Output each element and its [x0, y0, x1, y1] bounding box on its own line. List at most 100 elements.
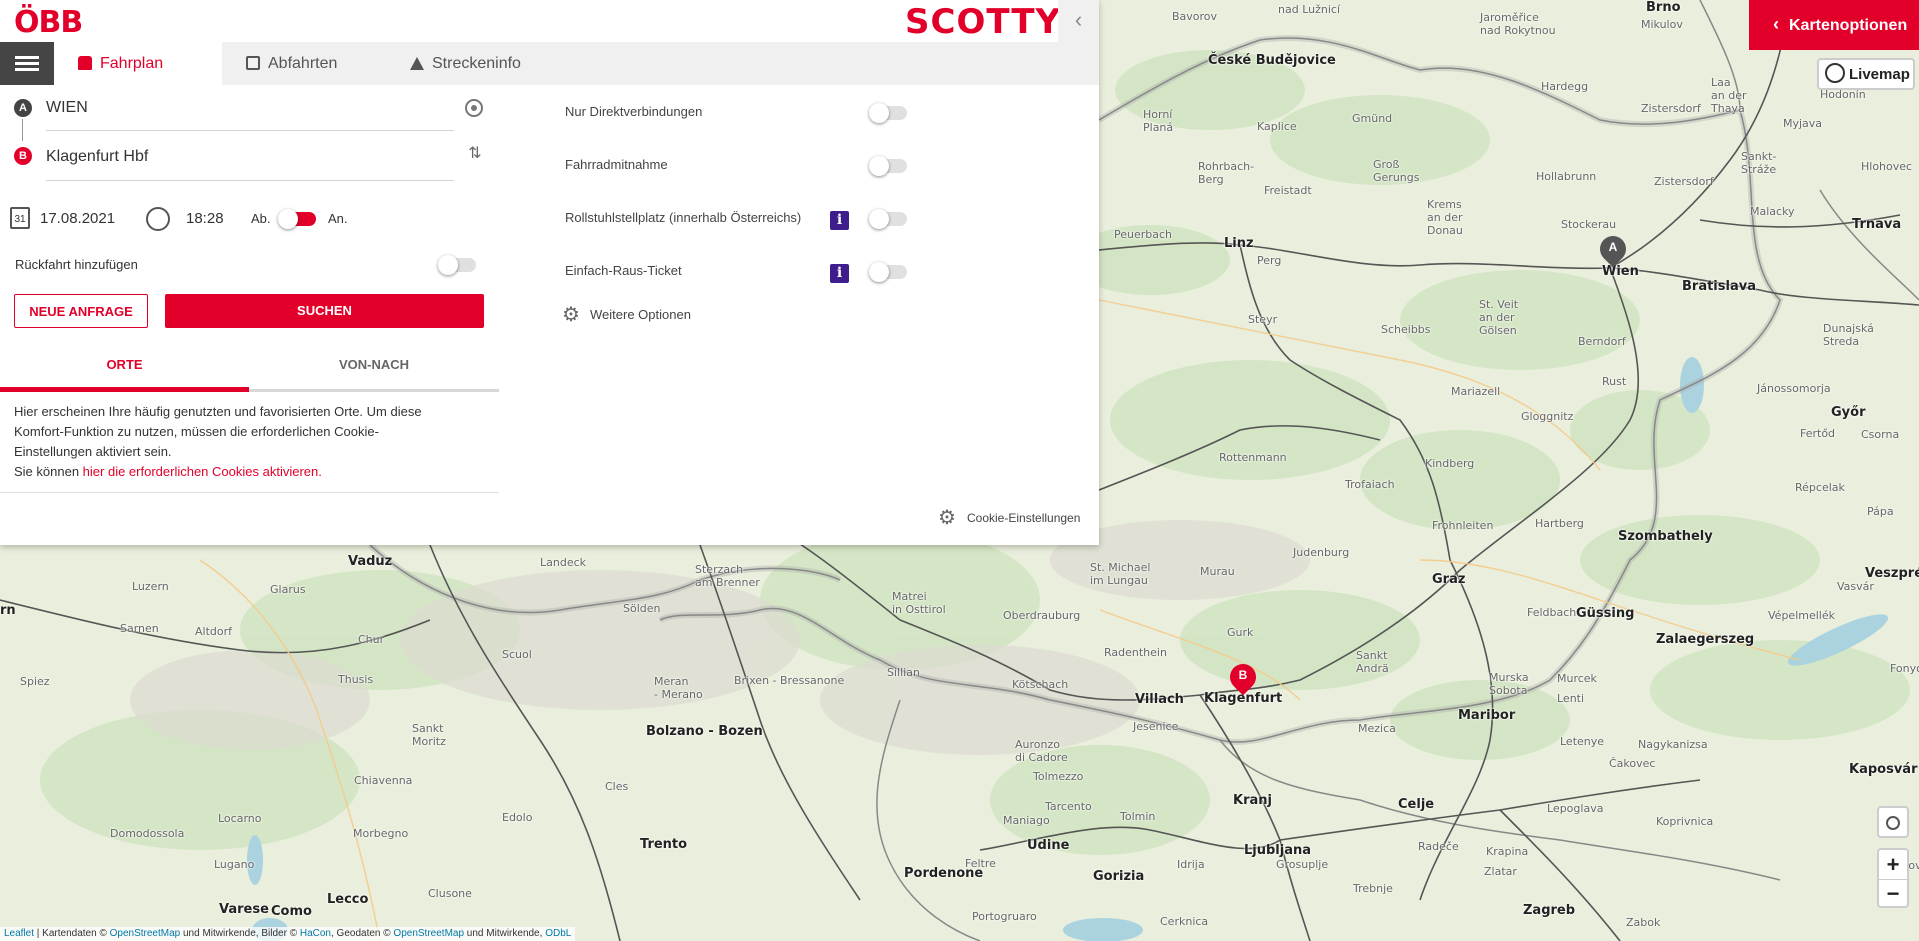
- locate-icon: [1886, 816, 1900, 830]
- map-town: Kaplice: [1257, 120, 1297, 133]
- map-town: Meran - Merano: [654, 675, 703, 701]
- map-town: Murska Sobota: [1489, 671, 1529, 697]
- map-town: Murau: [1200, 565, 1235, 578]
- search-button[interactable]: SUCHEN: [165, 294, 484, 328]
- new-request-button[interactable]: NEUE ANFRAGE: [14, 294, 148, 328]
- map-city: Lecco: [327, 892, 369, 907]
- gear-icon: ⚙: [562, 304, 580, 326]
- direct-connections-toggle[interactable]: [869, 103, 907, 123]
- bike-transport-toggle[interactable]: [869, 156, 907, 176]
- map-city: Güssing: [1576, 606, 1635, 621]
- map-town: Chur: [358, 633, 385, 646]
- map-options-button[interactable]: ‹ Kartenoptionen: [1749, 0, 1919, 50]
- date-input[interactable]: 17.08.2021: [40, 210, 115, 227]
- map-town: Fertőd: [1800, 427, 1836, 440]
- locate-me-button[interactable]: [1877, 806, 1909, 838]
- menu-button[interactable]: [0, 42, 54, 85]
- map-town: Gloggnitz: [1521, 410, 1574, 423]
- search-panel: ÖBB SCOTTY ‹ Fahrplan Abfahrten Strecken…: [0, 0, 1099, 545]
- swap-icon: ⇅: [468, 145, 482, 162]
- departure-arrival-toggle[interactable]: [278, 209, 316, 229]
- map-town: Judenburg: [1293, 546, 1350, 559]
- zoom-out-button[interactable]: −: [1879, 880, 1907, 909]
- map-town: Zistersdorf: [1641, 102, 1701, 115]
- map-city: Szombathely: [1618, 529, 1713, 544]
- map-town: Frohnleiten: [1432, 519, 1494, 532]
- hacon-link[interactable]: HaCon: [300, 928, 331, 939]
- map-town: Malacky: [1750, 205, 1795, 218]
- map-town: Nagykanizsa: [1638, 738, 1708, 751]
- map-city: Veszprém: [1865, 566, 1919, 581]
- map-town: Krems an der Donau: [1427, 198, 1463, 237]
- tab-von-nach[interactable]: VON-NACH: [249, 346, 499, 392]
- route-connector: [22, 119, 23, 141]
- map-town: Hartberg: [1535, 517, 1584, 530]
- map-town: Perg: [1257, 254, 1282, 267]
- destination-marker[interactable]: B: [1224, 658, 1262, 698]
- map-town: Scuol: [502, 648, 532, 661]
- map-town: Hollabrunn: [1536, 170, 1597, 183]
- einfach-raus-ticket-toggle[interactable]: [869, 262, 907, 282]
- origin-input[interactable]: WIEN: [46, 96, 454, 131]
- map-town: Freistadt: [1264, 184, 1312, 197]
- map-city: Kaposvár: [1849, 762, 1918, 777]
- osm-link-2[interactable]: OpenStreetMap: [393, 928, 464, 939]
- swap-stations-button[interactable]: ⇅: [466, 145, 484, 165]
- collapse-panel-button[interactable]: ‹: [1058, 0, 1099, 42]
- obb-logo[interactable]: ÖBB: [14, 5, 83, 40]
- time-input[interactable]: 18:28: [186, 210, 224, 227]
- map-town: Radeče: [1418, 840, 1459, 853]
- map-city: Trento: [640, 837, 688, 852]
- map-town: Csorna: [1861, 428, 1900, 441]
- gear-icon: ⚙: [938, 507, 956, 529]
- origin-marker-icon: A: [14, 99, 32, 117]
- favorites-info-text: Hier erscheinen Ihre häufig genutzten un…: [14, 404, 422, 459]
- livemap-globe-icon: [1825, 63, 1845, 83]
- chevron-left-icon: ‹: [1074, 7, 1083, 32]
- map-town: Chiavenna: [354, 774, 413, 787]
- zoom-in-button[interactable]: +: [1879, 850, 1907, 880]
- return-trip-toggle[interactable]: [438, 255, 476, 275]
- hamburger-icon-line: [15, 62, 39, 65]
- leaflet-link[interactable]: Leaflet: [4, 928, 34, 939]
- map-town: Trebnje: [1353, 882, 1393, 895]
- enable-cookies-link[interactable]: hier die erforderlichen Cookies aktivier…: [83, 464, 322, 479]
- wheelchair-space-toggle[interactable]: [869, 209, 907, 229]
- map-town: Sillian: [887, 666, 920, 679]
- tab-fahrplan[interactable]: Fahrplan: [54, 42, 222, 85]
- map-town: Vépelmellék: [1768, 609, 1835, 622]
- map-town: Zistersdorf: [1654, 175, 1714, 188]
- info-icon[interactable]: i: [830, 264, 849, 283]
- map-city: Trnava: [1852, 217, 1902, 232]
- locate-origin-button[interactable]: [465, 99, 483, 117]
- info-icon[interactable]: i: [830, 211, 849, 230]
- destination-input[interactable]: Klagenfurt Hbf: [46, 144, 454, 181]
- map-town: Kötschach: [1012, 678, 1069, 691]
- map-town: Stockerau: [1561, 218, 1617, 231]
- train-icon: [78, 56, 92, 70]
- map-town: Tolmezzo: [1033, 770, 1084, 783]
- map-town: Jánossomorja: [1757, 382, 1831, 395]
- map-town: Cles: [605, 780, 629, 793]
- livemap-button[interactable]: Livemap: [1817, 58, 1915, 90]
- map-town: Feldbach: [1527, 606, 1577, 619]
- origin-marker[interactable]: A: [1594, 230, 1632, 270]
- calendar-icon[interactable]: 31: [10, 207, 30, 229]
- map-town: Gurk: [1227, 626, 1254, 639]
- clock-icon[interactable]: [146, 207, 170, 231]
- map-town: Thusis: [338, 673, 374, 686]
- map-city: České Budějovice: [1208, 53, 1336, 68]
- tab-abfahrten[interactable]: Abfahrten: [222, 42, 392, 85]
- tab-streckeninfo[interactable]: Streckeninfo: [392, 42, 582, 85]
- tab-orte[interactable]: ORTE: [0, 346, 249, 392]
- map-city: Pordenone: [904, 866, 984, 881]
- option-label: Fahrradmitnahme: [565, 157, 668, 172]
- map-town: Peuerbach: [1114, 228, 1173, 241]
- map-town: Krapina: [1486, 845, 1529, 858]
- map-town: Vasvár: [1837, 580, 1874, 593]
- departure-board-icon: [246, 56, 260, 70]
- cookies-prefix: Sie können: [14, 464, 83, 479]
- odbl-link[interactable]: ODbL: [545, 928, 571, 939]
- osm-link[interactable]: OpenStreetMap: [110, 928, 181, 939]
- scotty-logo: SCOTTY: [905, 2, 1062, 42]
